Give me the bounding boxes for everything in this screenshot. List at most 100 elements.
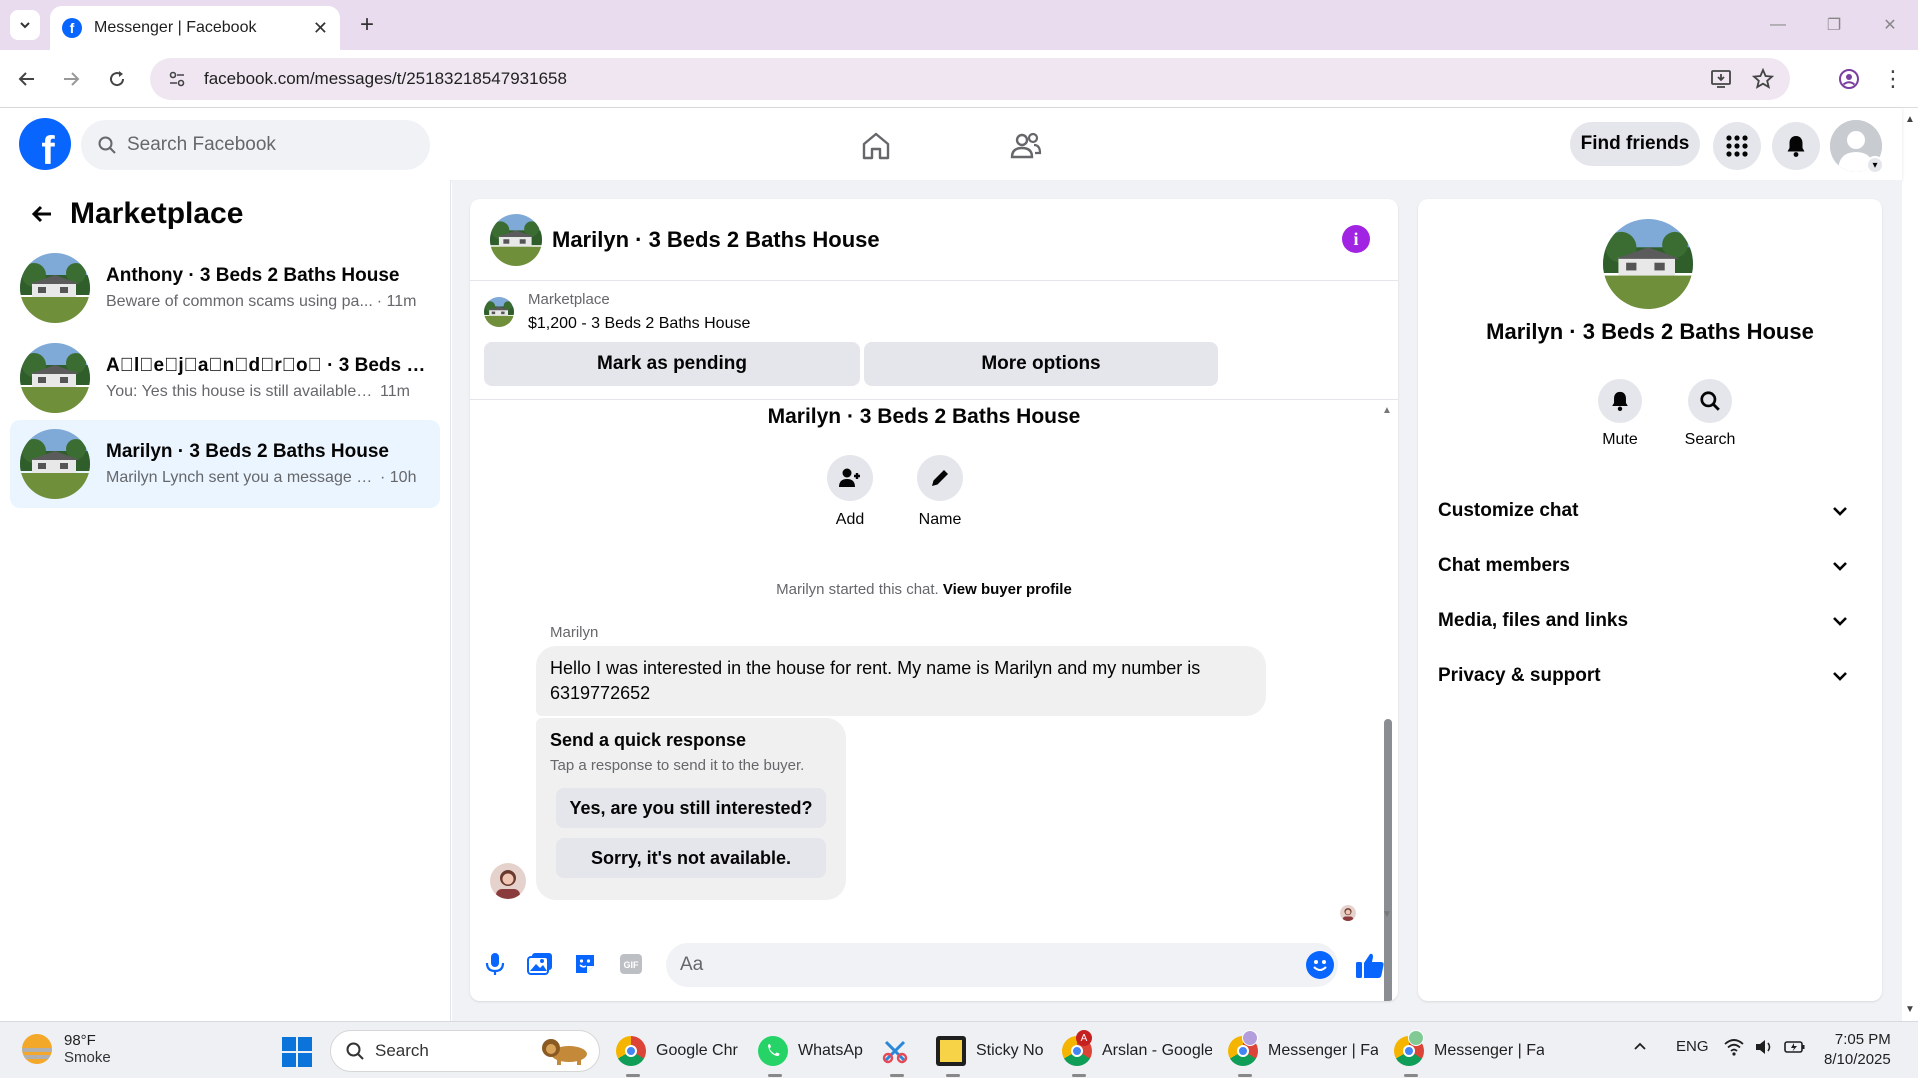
taskbar-app-messenger-1[interactable]: Messenger | Fa (1228, 1030, 1378, 1077)
sidebar-back-button[interactable] (24, 196, 60, 232)
find-friends-button[interactable]: Find friends (1570, 122, 1700, 166)
url-text: facebook.com/messages/t/2518321854793165… (204, 69, 567, 88)
volume-icon[interactable] (1754, 1038, 1774, 1060)
back-button[interactable] (12, 64, 42, 94)
new-tab-button[interactable]: + (352, 10, 382, 40)
bookmark-star-icon[interactable] (1752, 68, 1774, 90)
friends-nav-button[interactable] (1006, 126, 1046, 166)
sticker-icon (576, 955, 594, 973)
active-indicator (890, 1074, 904, 1077)
page-scroll-down-arrow[interactable]: ▼ (1905, 1004, 1915, 1015)
chrome-profile-icon (1394, 1030, 1424, 1066)
browser-menu-button[interactable]: ⋮ (1878, 64, 1908, 94)
reload-button[interactable] (102, 64, 132, 94)
install-app-icon[interactable] (1710, 68, 1732, 90)
tab-title: Messenger | Facebook (94, 19, 257, 36)
scroll-down-arrow[interactable]: ▼ (1382, 909, 1392, 920)
wifi-icon[interactable] (1724, 1038, 1744, 1060)
mark-as-pending-button[interactable]: Mark as pending (484, 342, 860, 386)
scroll-up-arrow[interactable]: ▲ (1382, 405, 1392, 416)
quick-reply-not-available-button[interactable]: Sorry, it's not available. (556, 838, 826, 878)
info-conversation-name: Marilyn · 3 Beds 2 Baths House (1486, 319, 1814, 344)
conversation-name: Anthony · 3 Beds 2 Baths House (106, 265, 400, 286)
tab-close-icon[interactable]: ✕ (313, 18, 328, 39)
page-scroll-up-arrow[interactable]: ▲ (1905, 114, 1915, 125)
conversation-name: Marilyn · 3 Beds 2 Baths House (106, 441, 389, 462)
taskbar-app-chrome[interactable]: Google Chr (616, 1030, 738, 1077)
profile-icon (1839, 69, 1859, 89)
svg-text:GIF: GIF (624, 960, 640, 970)
info-listing-thumbnail[interactable] (1603, 219, 1693, 309)
more-options-button[interactable]: More options (864, 342, 1218, 386)
restore-window-button[interactable]: ❐ (1814, 10, 1854, 40)
customize-chat-row[interactable]: Customize chat (1438, 489, 1862, 533)
forward-button[interactable] (56, 64, 86, 94)
sticker-button[interactable] (570, 949, 600, 979)
minimize-window-button[interactable]: — (1758, 10, 1798, 40)
language-indicator[interactable]: ENG (1676, 1038, 1709, 1055)
close-window-button[interactable]: ✕ (1870, 10, 1910, 40)
quick-response-title: Send a quick response (550, 730, 747, 750)
facebook-header: f Find friends ▾ (0, 108, 1902, 180)
show-hidden-icons-button[interactable] (1632, 1038, 1648, 1058)
conversation-item[interactable]: Anthony · 3 Beds 2 Baths House Beware of… (10, 244, 440, 332)
chat-listing-thumbnail[interactable] (490, 214, 542, 266)
notifications-button[interactable] (1772, 122, 1820, 170)
customize-chat-row[interactable] (1438, 389, 1862, 433)
incoming-message-bubble[interactable]: Hello I was interested in the house for … (536, 646, 1266, 716)
taskbar-app-label: Messenger | Fa (1268, 1042, 1378, 1059)
media-files-links-row[interactable]: Media, files and links (1438, 599, 1862, 643)
privacy-support-row[interactable]: Privacy & support (1438, 654, 1862, 698)
message-input[interactable] (666, 943, 1338, 987)
sender-avatar[interactable] (490, 863, 526, 899)
add-people-button[interactable]: Add (810, 455, 890, 529)
system-clock[interactable]: 7:05 PM 8/10/2025 (1824, 1030, 1891, 1070)
voice-clip-button[interactable] (480, 949, 510, 979)
facebook-logo-icon[interactable]: f (19, 118, 71, 170)
smoke-weather-icon (22, 1034, 52, 1064)
add-person-icon (839, 468, 860, 487)
quick-reply-still-interested-button[interactable]: Yes, are you still interested? (556, 788, 826, 828)
facebook-search-box[interactable] (81, 120, 430, 170)
chat-title[interactable]: Marilyn · 3 Beds 2 Baths House (552, 227, 880, 253)
emoji-button[interactable] (1306, 951, 1334, 979)
listing-price: $1,200 - 3 Beds 2 Baths House (528, 315, 751, 332)
taskbar-app-sticky-notes[interactable]: Sticky No (936, 1030, 1044, 1077)
battery-icon[interactable] (1784, 1038, 1806, 1060)
taskbar-app-whatsapp[interactable]: WhatsAp (758, 1030, 863, 1077)
facebook-search-input[interactable] (127, 134, 407, 156)
active-indicator (946, 1074, 960, 1077)
whatsapp-icon (758, 1036, 788, 1066)
site-settings-icon[interactable] (166, 68, 188, 90)
taskbar-app-messenger-2[interactable]: Messenger | Fa (1394, 1030, 1544, 1077)
taskbar-app-snipping-tool[interactable] (880, 1030, 920, 1077)
chat-scrollbar[interactable]: ▲ ▼ (1380, 405, 1394, 1001)
taskbar-app-chrome-arslan[interactable]: A Arslan - Google (1062, 1030, 1212, 1077)
conversation-item[interactable]: A l e j a n d r o  · 3 Beds 2 B... You: … (10, 334, 440, 422)
mute-label: Mute (1602, 431, 1638, 448)
chat-members-row[interactable]: Chat members (1438, 544, 1862, 588)
view-buyer-profile-link[interactable]: View buyer profile (943, 581, 1072, 598)
facebook-favicon-icon: f (62, 18, 82, 38)
send-like-button[interactable] (1352, 947, 1388, 983)
name-label: Name (918, 511, 962, 528)
browser-tab-messenger[interactable]: f Messenger | Facebook ✕ (50, 6, 340, 50)
search-label: Search (1684, 431, 1736, 448)
chevron-down-icon (20, 22, 30, 29)
url-bar[interactable]: facebook.com/messages/t/2518321854793165… (150, 58, 1790, 100)
account-chevron-down-icon[interactable]: ▾ (1866, 156, 1884, 174)
gif-button[interactable]: GIF (616, 949, 646, 979)
weather-widget[interactable]: 98°F Smoke (22, 1032, 111, 1066)
listing-summary[interactable]: Marketplace $1,200 - 3 Beds 2 Baths Hous… (484, 291, 750, 333)
windows-start-icon[interactable] (282, 1037, 312, 1067)
home-nav-button[interactable] (856, 126, 896, 166)
tab-search-menu[interactable] (10, 10, 40, 40)
edit-name-button[interactable]: Name (900, 455, 980, 529)
browser-profile-button[interactable] (1834, 64, 1864, 94)
conversation-info-icon[interactable]: i (1342, 225, 1370, 253)
taskbar-search-box[interactable]: Search (330, 1030, 600, 1072)
attach-photo-button[interactable] (525, 949, 555, 979)
conversation-item-active[interactable]: Marilyn · 3 Beds 2 Baths House Marilyn L… (10, 420, 440, 508)
menu-grid-button[interactable] (1713, 122, 1761, 170)
thumbs-up-icon (1356, 953, 1384, 978)
